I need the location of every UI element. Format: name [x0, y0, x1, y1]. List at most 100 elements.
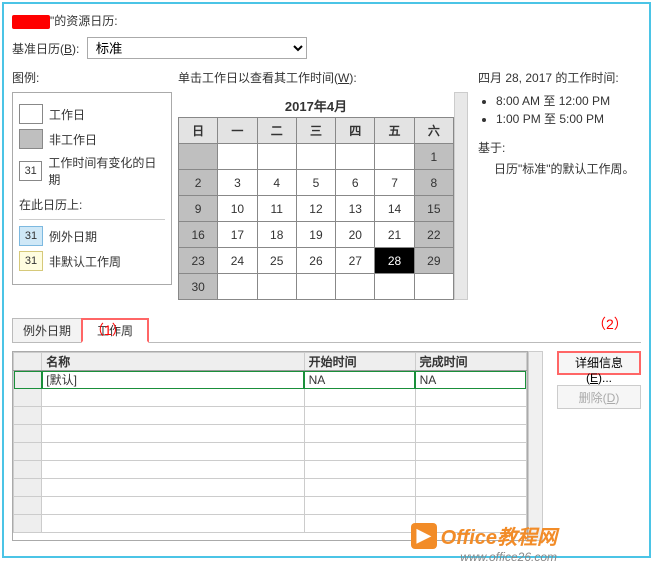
- grid-cell[interactable]: [42, 479, 304, 497]
- grid-cell[interactable]: [304, 515, 415, 533]
- grid-cell[interactable]: [415, 443, 526, 461]
- row-header[interactable]: [14, 389, 42, 407]
- calendar-dow: 二: [257, 118, 296, 144]
- calendar-day[interactable]: 8: [414, 170, 453, 196]
- calendar-day[interactable]: 24: [218, 248, 257, 274]
- row-header[interactable]: [14, 425, 42, 443]
- calendar-day[interactable]: 18: [257, 222, 296, 248]
- details-button[interactable]: 详细信息(E)...: [557, 351, 641, 375]
- tab-workweeks[interactable]: 工作周: [81, 318, 149, 343]
- row-header[interactable]: [14, 515, 42, 533]
- grid-cell[interactable]: [304, 407, 415, 425]
- grid-cell[interactable]: [42, 389, 304, 407]
- calendar-day[interactable]: 9: [179, 196, 218, 222]
- grid-cell[interactable]: [默认]: [42, 371, 304, 389]
- grid-cell[interactable]: [304, 389, 415, 407]
- grid-scrollbar[interactable]: [528, 351, 543, 541]
- grid-cell[interactable]: [415, 425, 526, 443]
- calendar-day[interactable]: 23: [179, 248, 218, 274]
- calendar-day[interactable]: 13: [336, 196, 375, 222]
- calendar-day[interactable]: 6: [336, 170, 375, 196]
- legend-label: 例外日期: [49, 228, 97, 245]
- row-header[interactable]: [14, 443, 42, 461]
- row-header[interactable]: [14, 497, 42, 515]
- calendar-month-title: 2017年4月: [178, 96, 454, 115]
- calendar-day[interactable]: [257, 274, 296, 300]
- calendar-day[interactable]: 5: [296, 170, 335, 196]
- row-header[interactable]: [14, 479, 42, 497]
- calendar-day[interactable]: 21: [375, 222, 414, 248]
- calendar-day[interactable]: 15: [414, 196, 453, 222]
- divider: [19, 219, 165, 220]
- calendar-day[interactable]: [336, 144, 375, 170]
- swatch-edited: 31: [19, 161, 42, 181]
- col-start[interactable]: 开始时间: [304, 353, 415, 371]
- grid-cell[interactable]: NA: [304, 371, 415, 389]
- grid-cell[interactable]: [304, 497, 415, 515]
- calendar-day[interactable]: [179, 144, 218, 170]
- calendar-day[interactable]: [375, 274, 414, 300]
- calendar-day[interactable]: 20: [336, 222, 375, 248]
- grid-cell[interactable]: [415, 389, 526, 407]
- grid-cell[interactable]: [415, 407, 526, 425]
- calendar-day[interactable]: [257, 144, 296, 170]
- calendar-day[interactable]: 14: [375, 196, 414, 222]
- grid-cell[interactable]: [42, 443, 304, 461]
- col-end[interactable]: 完成时间: [415, 353, 526, 371]
- calendar-day[interactable]: 26: [296, 248, 335, 274]
- calendar-day[interactable]: 27: [336, 248, 375, 274]
- calendar-day[interactable]: 12: [296, 196, 335, 222]
- legend-label: 非默认工作周: [49, 253, 121, 270]
- base-calendar-select[interactable]: 标准: [87, 37, 307, 59]
- calendar-day[interactable]: 30: [179, 274, 218, 300]
- swatch-workday: [19, 104, 43, 124]
- row-header[interactable]: [14, 407, 42, 425]
- calendar-dow: 五: [375, 118, 414, 144]
- calendar-day[interactable]: 3: [218, 170, 257, 196]
- calendar-day[interactable]: [414, 274, 453, 300]
- grid-cell[interactable]: [42, 407, 304, 425]
- calendar-day[interactable]: [336, 274, 375, 300]
- calendar-day[interactable]: 22: [414, 222, 453, 248]
- row-header[interactable]: [14, 461, 42, 479]
- workweek-grid[interactable]: 名称 开始时间 完成时间 [默认]NANA: [12, 351, 528, 541]
- grid-cell[interactable]: [415, 461, 526, 479]
- grid-cell[interactable]: [304, 461, 415, 479]
- calendar-day[interactable]: 19: [296, 222, 335, 248]
- calendar-day[interactable]: [375, 144, 414, 170]
- calendar-day[interactable]: 7: [375, 170, 414, 196]
- calendar-day[interactable]: [296, 144, 335, 170]
- calendar-day[interactable]: 17: [218, 222, 257, 248]
- legend-box: 工作日 非工作日 31工作时间有变化的日期 在此日历上: 31例外日期 31非默…: [12, 92, 172, 285]
- grid-cell[interactable]: [304, 479, 415, 497]
- grid-cell[interactable]: [42, 461, 304, 479]
- grid-cell[interactable]: NA: [415, 371, 526, 389]
- calendar-grid[interactable]: 日一二三四五六 12345678910111213141516171819202…: [178, 117, 454, 300]
- calendar-day[interactable]: 16: [179, 222, 218, 248]
- calendar-day[interactable]: 25: [257, 248, 296, 274]
- grid-cell[interactable]: [415, 497, 526, 515]
- row-header[interactable]: [14, 371, 42, 389]
- grid-cell[interactable]: [42, 515, 304, 533]
- grid-cell[interactable]: [304, 443, 415, 461]
- redacted-name: [12, 15, 50, 29]
- calendar-day[interactable]: 2: [179, 170, 218, 196]
- grid-cell[interactable]: [415, 515, 526, 533]
- calendar-day[interactable]: [218, 144, 257, 170]
- calendar-day[interactable]: 28: [375, 248, 414, 274]
- calendar-day[interactable]: 4: [257, 170, 296, 196]
- tab-exceptions[interactable]: 例外日期: [12, 318, 82, 342]
- calendar-day[interactable]: [296, 274, 335, 300]
- calendar-day[interactable]: 10: [218, 196, 257, 222]
- grid-cell[interactable]: [415, 479, 526, 497]
- grid-cell[interactable]: [42, 425, 304, 443]
- calendar-day[interactable]: 11: [257, 196, 296, 222]
- grid-cell[interactable]: [42, 497, 304, 515]
- calendar-day[interactable]: [218, 274, 257, 300]
- calendar-scrollbar[interactable]: [454, 92, 468, 300]
- calendar-day[interactable]: 1: [414, 144, 453, 170]
- legend-label: 工作日: [49, 106, 85, 123]
- grid-cell[interactable]: [304, 425, 415, 443]
- col-name[interactable]: 名称: [42, 353, 304, 371]
- calendar-day[interactable]: 29: [414, 248, 453, 274]
